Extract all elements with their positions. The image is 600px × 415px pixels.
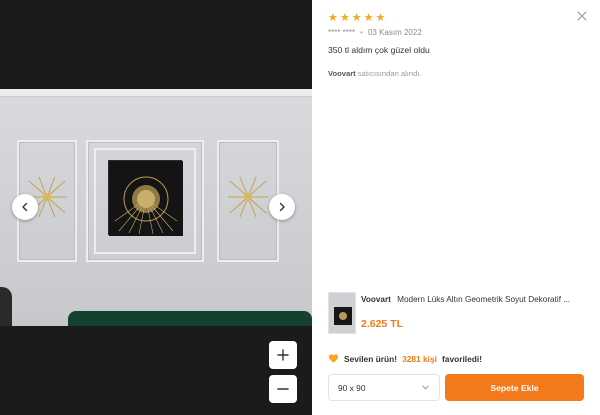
review-meta: **** **** • 03 Kasım 2022 [328, 28, 422, 37]
add-to-cart-button[interactable]: Sepete Ekle [445, 374, 584, 401]
heart-icon [328, 354, 339, 363]
star-icon: ★ [375, 12, 386, 24]
product-price: 2.625 TL [361, 318, 404, 330]
next-image-button[interactable] [269, 194, 295, 220]
seller-suffix: satıcısından alındı. [357, 69, 422, 78]
star-icon: ★ [351, 12, 362, 24]
reviewer-name: **** **** [328, 28, 356, 37]
product-card[interactable]: Voovart Modern Lüks Altın Geometrik Soyu… [328, 292, 590, 338]
lamp [0, 287, 12, 326]
product-info: Voovart Modern Lüks Altın Geometrik Soyu… [361, 292, 589, 338]
favorite-prefix: Sevilen ürün! [344, 353, 398, 364]
size-select[interactable]: 90 x 90 [328, 374, 440, 401]
product-brand: Voovart [361, 295, 391, 304]
sofa [68, 311, 312, 326]
close-button[interactable] [576, 9, 588, 21]
previous-image-button[interactable] [12, 194, 38, 220]
close-icon [577, 11, 587, 21]
favorite-info: Sevilen ürün! 3281 kişi favoriledi! [328, 353, 482, 364]
wall-painting [108, 160, 183, 236]
wall-sconce-right [228, 176, 268, 218]
product-title: Modern Lüks Altın Geometrik Soyut Dekora… [397, 295, 571, 304]
review-panel: ★ ★ ★ ★ ★ **** **** • 03 Kasım 2022 350 … [312, 0, 600, 415]
product-thumbnail[interactable] [328, 292, 356, 334]
image-viewer [0, 0, 312, 415]
ceiling-molding [0, 89, 312, 97]
meta-separator: • [360, 28, 363, 37]
rating-stars: ★ ★ ★ ★ ★ [328, 13, 385, 24]
seller-name[interactable]: Voovart [328, 69, 356, 78]
chevron-down-icon [422, 385, 429, 390]
star-icon: ★ [339, 12, 350, 24]
size-value: 90 x 90 [338, 382, 366, 393]
product-title-line[interactable]: Voovart Modern Lüks Altın Geometrik Soyu… [361, 295, 589, 304]
favorite-suffix: favoriledi! [442, 353, 483, 364]
plus-icon [277, 349, 289, 361]
minus-icon [277, 388, 289, 390]
star-icon: ★ [328, 12, 338, 24]
zoom-out-button[interactable] [269, 375, 297, 403]
zoom-in-button[interactable] [269, 341, 297, 369]
review-comment: 350 tl aldım çok güzel oldu [328, 45, 430, 55]
review-photo [0, 89, 312, 326]
review-date: 03 Kasım 2022 [367, 28, 422, 37]
favorite-count: 3281 kişi [402, 353, 437, 364]
chevron-left-icon [22, 202, 28, 212]
star-icon: ★ [363, 12, 374, 24]
seller-info: Voovart satıcısından alındı. [328, 69, 422, 78]
chevron-right-icon [279, 202, 285, 212]
